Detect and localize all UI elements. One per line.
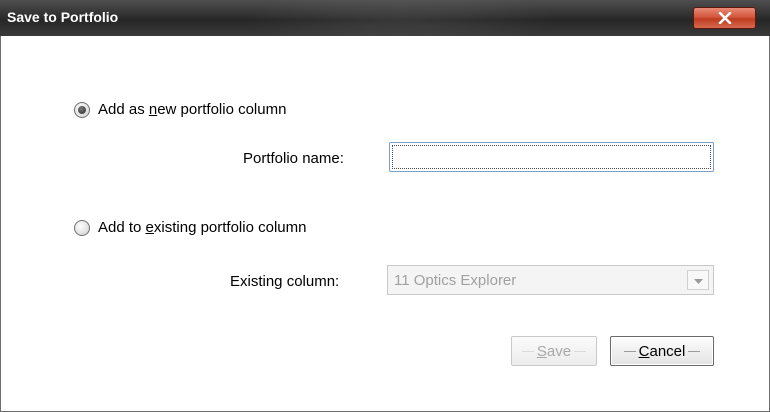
- radio-button-checked[interactable]: [74, 101, 90, 118]
- dialog-title: Save to Portfolio: [7, 9, 119, 25]
- save-button-left-rule: [521, 350, 534, 352]
- radio-existing-column-label: Add to existing portfolio column: [98, 219, 307, 236]
- cancel-button-label: Cancel: [638, 342, 686, 360]
- cancel-button-left-rule: [623, 350, 636, 352]
- radio-existing-column[interactable]: Add to existing portfolio column: [74, 219, 306, 236]
- save-button-label: Save: [536, 342, 572, 360]
- save-button[interactable]: Save: [511, 336, 597, 366]
- cancel-button[interactable]: Cancel: [610, 336, 714, 366]
- save-to-portfolio-dialog: Save to Portfolio Add as new portfolio c…: [0, 0, 770, 412]
- radio-new-column-label: Add as new portfolio column: [98, 101, 287, 118]
- title-bar-sheen: [240, 0, 560, 36]
- chevron-down-icon: [693, 272, 703, 289]
- existing-column-label: Existing column:: [230, 273, 340, 290]
- radio-new-column[interactable]: Add as new portfolio column: [74, 101, 286, 118]
- save-button-right-rule: [574, 350, 587, 352]
- cancel-button-right-rule: [688, 350, 701, 352]
- close-icon: [718, 12, 732, 24]
- title-bar[interactable]: Save to Portfolio: [0, 0, 770, 37]
- close-button[interactable]: [693, 7, 756, 29]
- existing-column-select[interactable]: 11 Optics Explorer: [387, 265, 714, 295]
- portfolio-name-input[interactable]: [389, 142, 714, 172]
- dialog-body: Add as new portfolio column Portfolio na…: [0, 36, 770, 412]
- portfolio-name-label: Portfolio name:: [243, 150, 344, 167]
- radio-button-unchecked[interactable]: [74, 219, 90, 236]
- dropdown-button[interactable]: [687, 270, 709, 290]
- existing-column-value: 11 Optics Explorer: [394, 272, 517, 289]
